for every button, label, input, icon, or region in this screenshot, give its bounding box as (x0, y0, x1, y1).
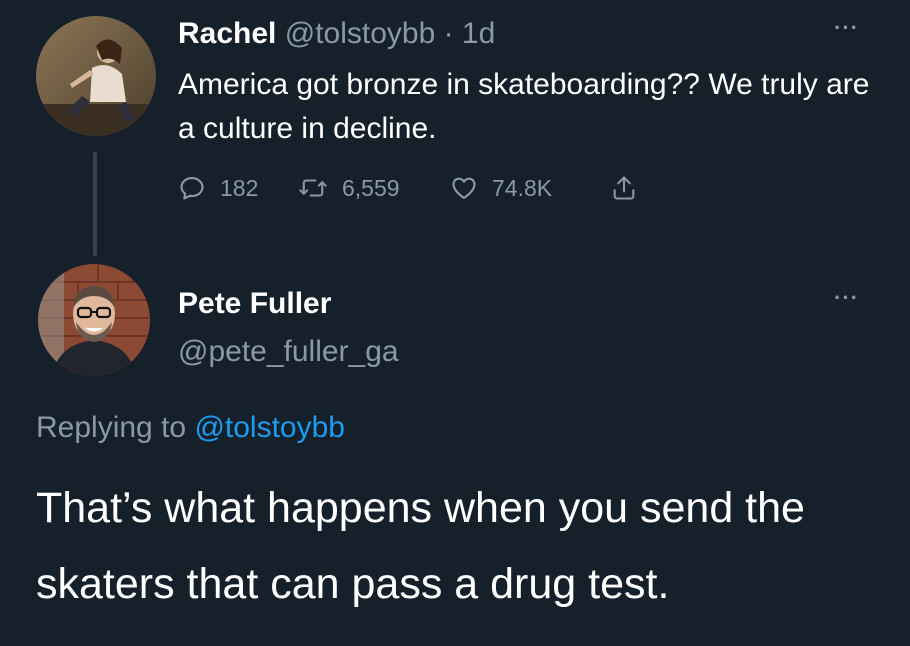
heart-icon (450, 174, 478, 202)
share-icon (610, 174, 638, 202)
author-name[interactable]: Rachel (178, 17, 276, 50)
author-handle[interactable]: @tolstoybb (285, 17, 436, 50)
thread-line (93, 152, 97, 256)
like-count: 74.8K (492, 174, 553, 201)
replying-to: Replying to @tolstoybb (36, 408, 345, 448)
like-button[interactable]: 74.8K (450, 174, 610, 202)
reply-count: 182 (220, 174, 259, 201)
tweet1-text: America got bronze in skateboarding?? We… (178, 68, 870, 145)
reply-button[interactable]: 182 (178, 174, 298, 202)
avatar-pete[interactable] (38, 264, 150, 376)
replying-mention-link[interactable]: @tolstoybb (194, 411, 345, 444)
retweet-button[interactable]: 6,559 (298, 174, 450, 202)
tweet-time[interactable]: · 1d (435, 17, 496, 50)
retweet-count: 6,559 (342, 174, 400, 201)
tweet1-actions: 182 6,559 74.8K (178, 168, 638, 208)
avatar-rachel[interactable] (36, 16, 156, 136)
retweet-icon (298, 174, 328, 202)
share-button[interactable] (610, 174, 638, 202)
tweet2-text: That’s what happens when you send the sk… (36, 484, 805, 608)
more-dots-icon[interactable]: ··· (834, 17, 859, 39)
more-dots-icon[interactable]: ··· (834, 287, 859, 309)
tweet1-header: Rachel @tolstoybb · 1d (178, 14, 495, 54)
reply-icon (178, 174, 206, 202)
author-handle[interactable]: @pete_fuller_ga (178, 332, 399, 372)
replying-prefix: Replying to (36, 411, 195, 444)
author-name[interactable]: Pete Fuller (178, 284, 331, 324)
